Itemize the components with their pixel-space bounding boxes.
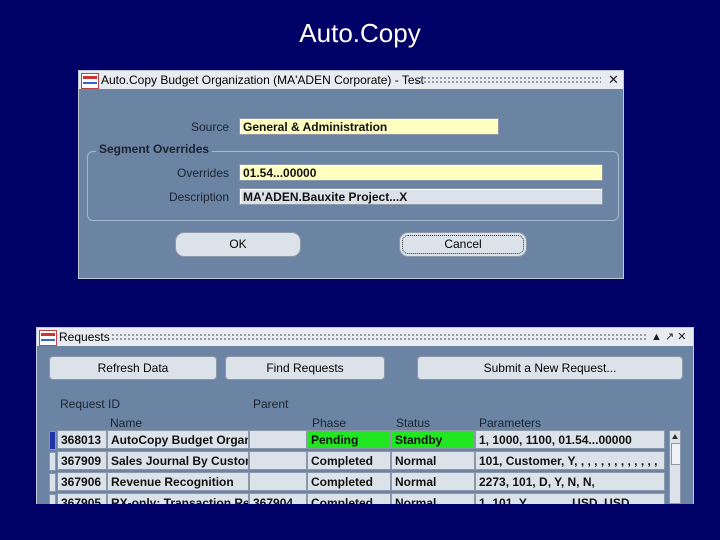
row-selector[interactable] (49, 452, 56, 471)
find-requests-button[interactable]: Find Requests (225, 356, 385, 380)
header-parent: Parent (253, 397, 289, 411)
cell-status[interactable]: Normal (391, 472, 475, 491)
scroll-thumb[interactable] (671, 443, 681, 465)
overrides-field[interactable]: 01.54...00000 (239, 164, 603, 181)
titlebar-grip (415, 76, 601, 84)
autocopy-dialog: Auto.Copy Budget Organization (MA'ADEN C… (79, 71, 623, 278)
description-label: Description (168, 190, 229, 204)
refresh-data-button[interactable]: Refresh Data (49, 356, 217, 380)
table-scrollbar[interactable] (669, 430, 681, 504)
row-selector[interactable] (49, 431, 56, 450)
cell-name[interactable]: AutoCopy Budget Organi (107, 430, 249, 449)
row-selector[interactable] (49, 473, 56, 492)
window-controls-icon[interactable]: ▲ ↗ ✕ (651, 330, 686, 343)
cell-parameters[interactable]: 2273, 101, D, Y, N, N, (475, 472, 665, 491)
segment-overrides-group (87, 151, 619, 221)
cell-parent[interactable] (249, 472, 307, 491)
slide-title: Auto.Copy (299, 18, 421, 48)
dialog-title: Auto.Copy Budget Organization (MA'ADEN C… (101, 73, 424, 87)
header-phase: Phase (312, 416, 347, 430)
requests-titlebar[interactable]: Requests ▲ ↗ ✕ (37, 328, 693, 346)
cell-request-id[interactable]: 368013 (57, 430, 107, 449)
header-request-id: Request ID (60, 397, 121, 411)
cell-name[interactable]: Sales Journal By Custom (107, 451, 249, 470)
source-field[interactable]: General & Administration (239, 118, 499, 135)
close-icon[interactable]: ✕ (608, 72, 619, 88)
cell-parent[interactable] (249, 430, 307, 449)
oracle-logo-icon (81, 73, 99, 89)
oracle-logo-icon (39, 330, 57, 346)
header-status: Status (396, 416, 431, 430)
description-field: MA'ADEN.Bauxite Project...X (239, 188, 603, 205)
titlebar-grip (111, 333, 647, 341)
cell-request-id[interactable]: 367906 (57, 472, 107, 491)
requests-window: Requests ▲ ↗ ✕ Refresh Data Find Request… (37, 328, 693, 513)
requests-title: Requests (59, 330, 110, 344)
segment-overrides-label: Segment Overrides (96, 142, 213, 156)
cell-phase[interactable]: Completed (307, 472, 391, 491)
cell-request-id[interactable]: 367909 (57, 451, 107, 470)
cell-phase[interactable]: Completed (307, 451, 391, 470)
header-parameters: Parameters (479, 416, 542, 430)
cell-parameters[interactable]: 1, 1000, 1100, 01.54...00000 (475, 430, 665, 449)
submit-new-request-button[interactable]: Submit a New Request... (417, 356, 683, 380)
cell-name[interactable]: Revenue Recognition (107, 472, 249, 491)
scroll-up-arrow-icon[interactable] (672, 434, 678, 439)
cell-parameters[interactable]: 101, Customer, Y, , , , , , , , , , , , … (475, 451, 665, 470)
slide-bottom (0, 504, 720, 540)
cell-parent[interactable] (249, 451, 307, 470)
overrides-label: Overrides (176, 166, 229, 180)
cell-status[interactable]: Standby (391, 430, 475, 449)
cell-status[interactable]: Normal (391, 451, 475, 470)
cancel-button[interactable]: Cancel (399, 232, 527, 257)
dialog-titlebar[interactable]: Auto.Copy Budget Organization (MA'ADEN C… (79, 71, 623, 89)
ok-button[interactable]: OK (175, 232, 301, 257)
header-name: Name (110, 416, 143, 430)
source-label: Source (190, 120, 229, 134)
cell-phase[interactable]: Pending (307, 430, 391, 449)
